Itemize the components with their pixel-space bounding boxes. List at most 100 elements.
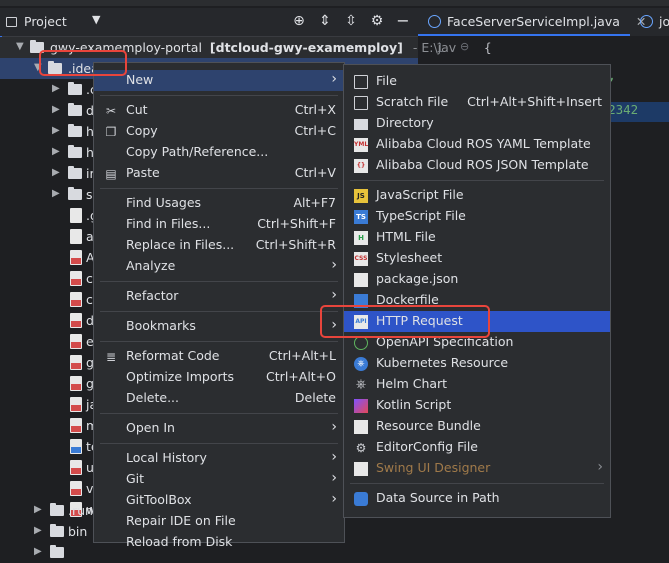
chevron-down-icon[interactable]: ▼	[16, 41, 24, 52]
tab-face-server-service-impl[interactable]: FaceServerServiceImpl.java ✕	[428, 14, 646, 29]
menu-separator	[350, 483, 604, 484]
submenu-item-openapi-specification[interactable]: OpenAPI Specification	[344, 332, 610, 353]
openapi-icon	[354, 336, 368, 350]
project-icon	[6, 17, 17, 27]
chevron-right-icon[interactable]: ▶	[52, 125, 60, 136]
file-icon	[70, 208, 82, 223]
menu-item-repair-ide-on-file[interactable]: Repair IDE on File	[94, 511, 344, 532]
menu-item-paste[interactable]: ▤ Paste Ctrl+V	[94, 163, 344, 184]
chevron-down-icon[interactable]: ▼	[92, 13, 100, 26]
submenu-item-data-source-in-path[interactable]: Data Source in Path	[344, 488, 610, 509]
tree-row-label: .run	[68, 503, 93, 518]
menu-item-find-in-files[interactable]: Find in Files... Ctrl+Shift+F	[94, 214, 344, 235]
menu-separator	[100, 95, 338, 96]
project-title[interactable]: Project	[24, 14, 67, 29]
submenu-item-alibaba-cloud-ros-yaml-template[interactable]: YML Alibaba Cloud ROS YAML Template	[344, 134, 610, 155]
menu-item-label: Copy Path/Reference...	[126, 144, 269, 159]
submenu-item-dockerfile[interactable]: Dockerfile	[344, 290, 610, 311]
menu-item-optimize-imports[interactable]: Optimize Imports Ctrl+Alt+O	[94, 367, 344, 388]
menu-item-label: Analyze	[126, 258, 176, 273]
menu-item-refactor[interactable]: Refactor ›	[94, 286, 344, 307]
tab-second[interactable]: jo	[640, 14, 669, 29]
menu-item-shortcut: Ctrl+Alt+Shift+Insert	[467, 94, 602, 109]
submenu-item-scratch-file[interactable]: Scratch File Ctrl+Alt+Shift+Insert	[344, 92, 610, 113]
file-icon	[70, 481, 82, 496]
submenu-item-resource-bundle[interactable]: Resource Bundle	[344, 416, 610, 437]
submenu-item-file[interactable]: File	[344, 71, 610, 92]
context-menu: New › ✂ Cut Ctrl+X ❐ Copy Ctrl+C Copy Path/Refer…	[93, 62, 345, 549]
code-line: {	[484, 40, 492, 55]
menu-item-local-history[interactable]: Local History ›	[94, 448, 344, 469]
menu-item-cut[interactable]: ✂ Cut Ctrl+X	[94, 100, 344, 121]
submenu-item-http-request[interactable]: API HTTP Request	[344, 311, 610, 332]
tree-root-row[interactable]: ▼ gwy-examemploy-portal [dtcloud-gwy-exa…	[0, 37, 456, 58]
menu-item-label: HTML File	[376, 229, 436, 244]
submenu-item-typescript-file[interactable]: TS TypeScript File	[344, 206, 610, 227]
menu-item-analyze[interactable]: Analyze ›	[94, 256, 344, 277]
db-icon	[354, 492, 368, 506]
folder-icon	[354, 119, 368, 130]
submenu-item-package-json[interactable]: package.json	[344, 269, 610, 290]
menu-item-replace-in-files[interactable]: Replace in Files... Ctrl+Shift+R	[94, 235, 344, 256]
tree-row-label: c	[86, 271, 93, 286]
locate-icon[interactable]: ⊕	[290, 13, 308, 29]
menu-item-find-usages[interactable]: Find Usages Alt+F7	[94, 193, 344, 214]
menu-item-label: EditorConfig File	[376, 439, 478, 454]
menu-item-open-in[interactable]: Open In ›	[94, 418, 344, 439]
menu-item-copy[interactable]: ❐ Copy Ctrl+C	[94, 121, 344, 142]
collapse-all-icon[interactable]: ⇳	[342, 13, 360, 29]
chevron-right-icon[interactable]: ▶	[52, 146, 60, 157]
submenu-item-kubernetes-resource[interactable]: ⎈ Kubernetes Resource	[344, 353, 610, 374]
file-icon	[354, 75, 368, 89]
chevron-right-icon[interactable]: ▶	[52, 188, 60, 199]
submenu-item-html-file[interactable]: H HTML File	[344, 227, 610, 248]
menu-item-label: Helm Chart	[376, 376, 448, 391]
chevron-right-icon: ›	[331, 491, 337, 507]
gear-icon[interactable]: ⚙	[368, 13, 386, 29]
menu-separator	[100, 341, 338, 342]
submenu-item-helm-chart[interactable]: ⎈ Helm Chart	[344, 374, 610, 395]
submenu-item-editorconfig-file[interactable]: ⚙ EditorConfig File	[344, 437, 610, 458]
menu-item-label: Scratch File	[376, 94, 449, 109]
menu-item-delete[interactable]: Delete... Delete	[94, 388, 344, 409]
menu-separator	[100, 443, 338, 444]
menu-item-label: Swing UI Designer	[376, 460, 491, 475]
chevron-right-icon[interactable]: ▶	[34, 504, 42, 515]
menu-item-shortcut: Ctrl+Shift+F	[257, 216, 336, 231]
submenu-item-alibaba-cloud-ros-json-template[interactable]: {} Alibaba Cloud ROS JSON Template	[344, 155, 610, 176]
submenu-item-stylesheet[interactable]: CSS Stylesheet	[344, 248, 610, 269]
menu-item-copy-path-reference[interactable]: Copy Path/Reference...	[94, 142, 344, 163]
chevron-right-icon[interactable]: ▶	[52, 167, 60, 178]
menu-item-new[interactable]: New ›	[94, 70, 344, 91]
chevron-right-icon[interactable]: ▶	[52, 83, 60, 94]
chevron-down-icon[interactable]: ▼	[34, 62, 42, 73]
chevron-right-icon: ›	[331, 71, 337, 87]
menu-item-gittoolbox[interactable]: GitToolBox ›	[94, 490, 344, 511]
folder-icon	[48, 61, 62, 74]
chevron-right-icon[interactable]: ▶	[34, 525, 42, 536]
chevron-right-icon[interactable]: ▶	[34, 546, 42, 557]
menu-item-label: TypeScript File	[376, 208, 466, 223]
paste-icon: ▤	[105, 167, 117, 181]
menu-item-shortcut: Ctrl+Shift+R	[255, 237, 336, 252]
menu-item-label: Kotlin Script	[376, 397, 452, 412]
bundle-icon	[354, 420, 368, 434]
menu-item-reformat-code[interactable]: ≣ Reformat Code Ctrl+Alt+L	[94, 346, 344, 367]
menu-item-label: Delete...	[126, 390, 179, 405]
submenu-item-kotlin-script[interactable]: Kotlin Script	[344, 395, 610, 416]
chevron-right-icon[interactable]: ▶	[52, 104, 60, 115]
menu-item-shortcut: Alt+F7	[293, 195, 336, 210]
submenu-item-javascript-file[interactable]: JS JavaScript File	[344, 185, 610, 206]
menu-item-label: Reformat Code	[126, 348, 220, 363]
folder-icon	[68, 145, 82, 158]
minimize-icon[interactable]: −	[394, 11, 412, 30]
expand-all-icon[interactable]: ⇕	[316, 13, 334, 29]
submenu-item-directory[interactable]: Directory	[344, 113, 610, 134]
menu-item-label: Paste	[126, 165, 160, 180]
menu-item-git[interactable]: Git ›	[94, 469, 344, 490]
file-icon	[70, 376, 82, 391]
menu-item-bookmarks[interactable]: Bookmarks ›	[94, 316, 344, 337]
submenu-item-swing-ui-designer[interactable]: Swing UI Designer ›	[344, 458, 610, 479]
fold-icon[interactable]: ⊖	[460, 40, 469, 53]
menu-item-label: Data Source in Path	[376, 490, 500, 505]
